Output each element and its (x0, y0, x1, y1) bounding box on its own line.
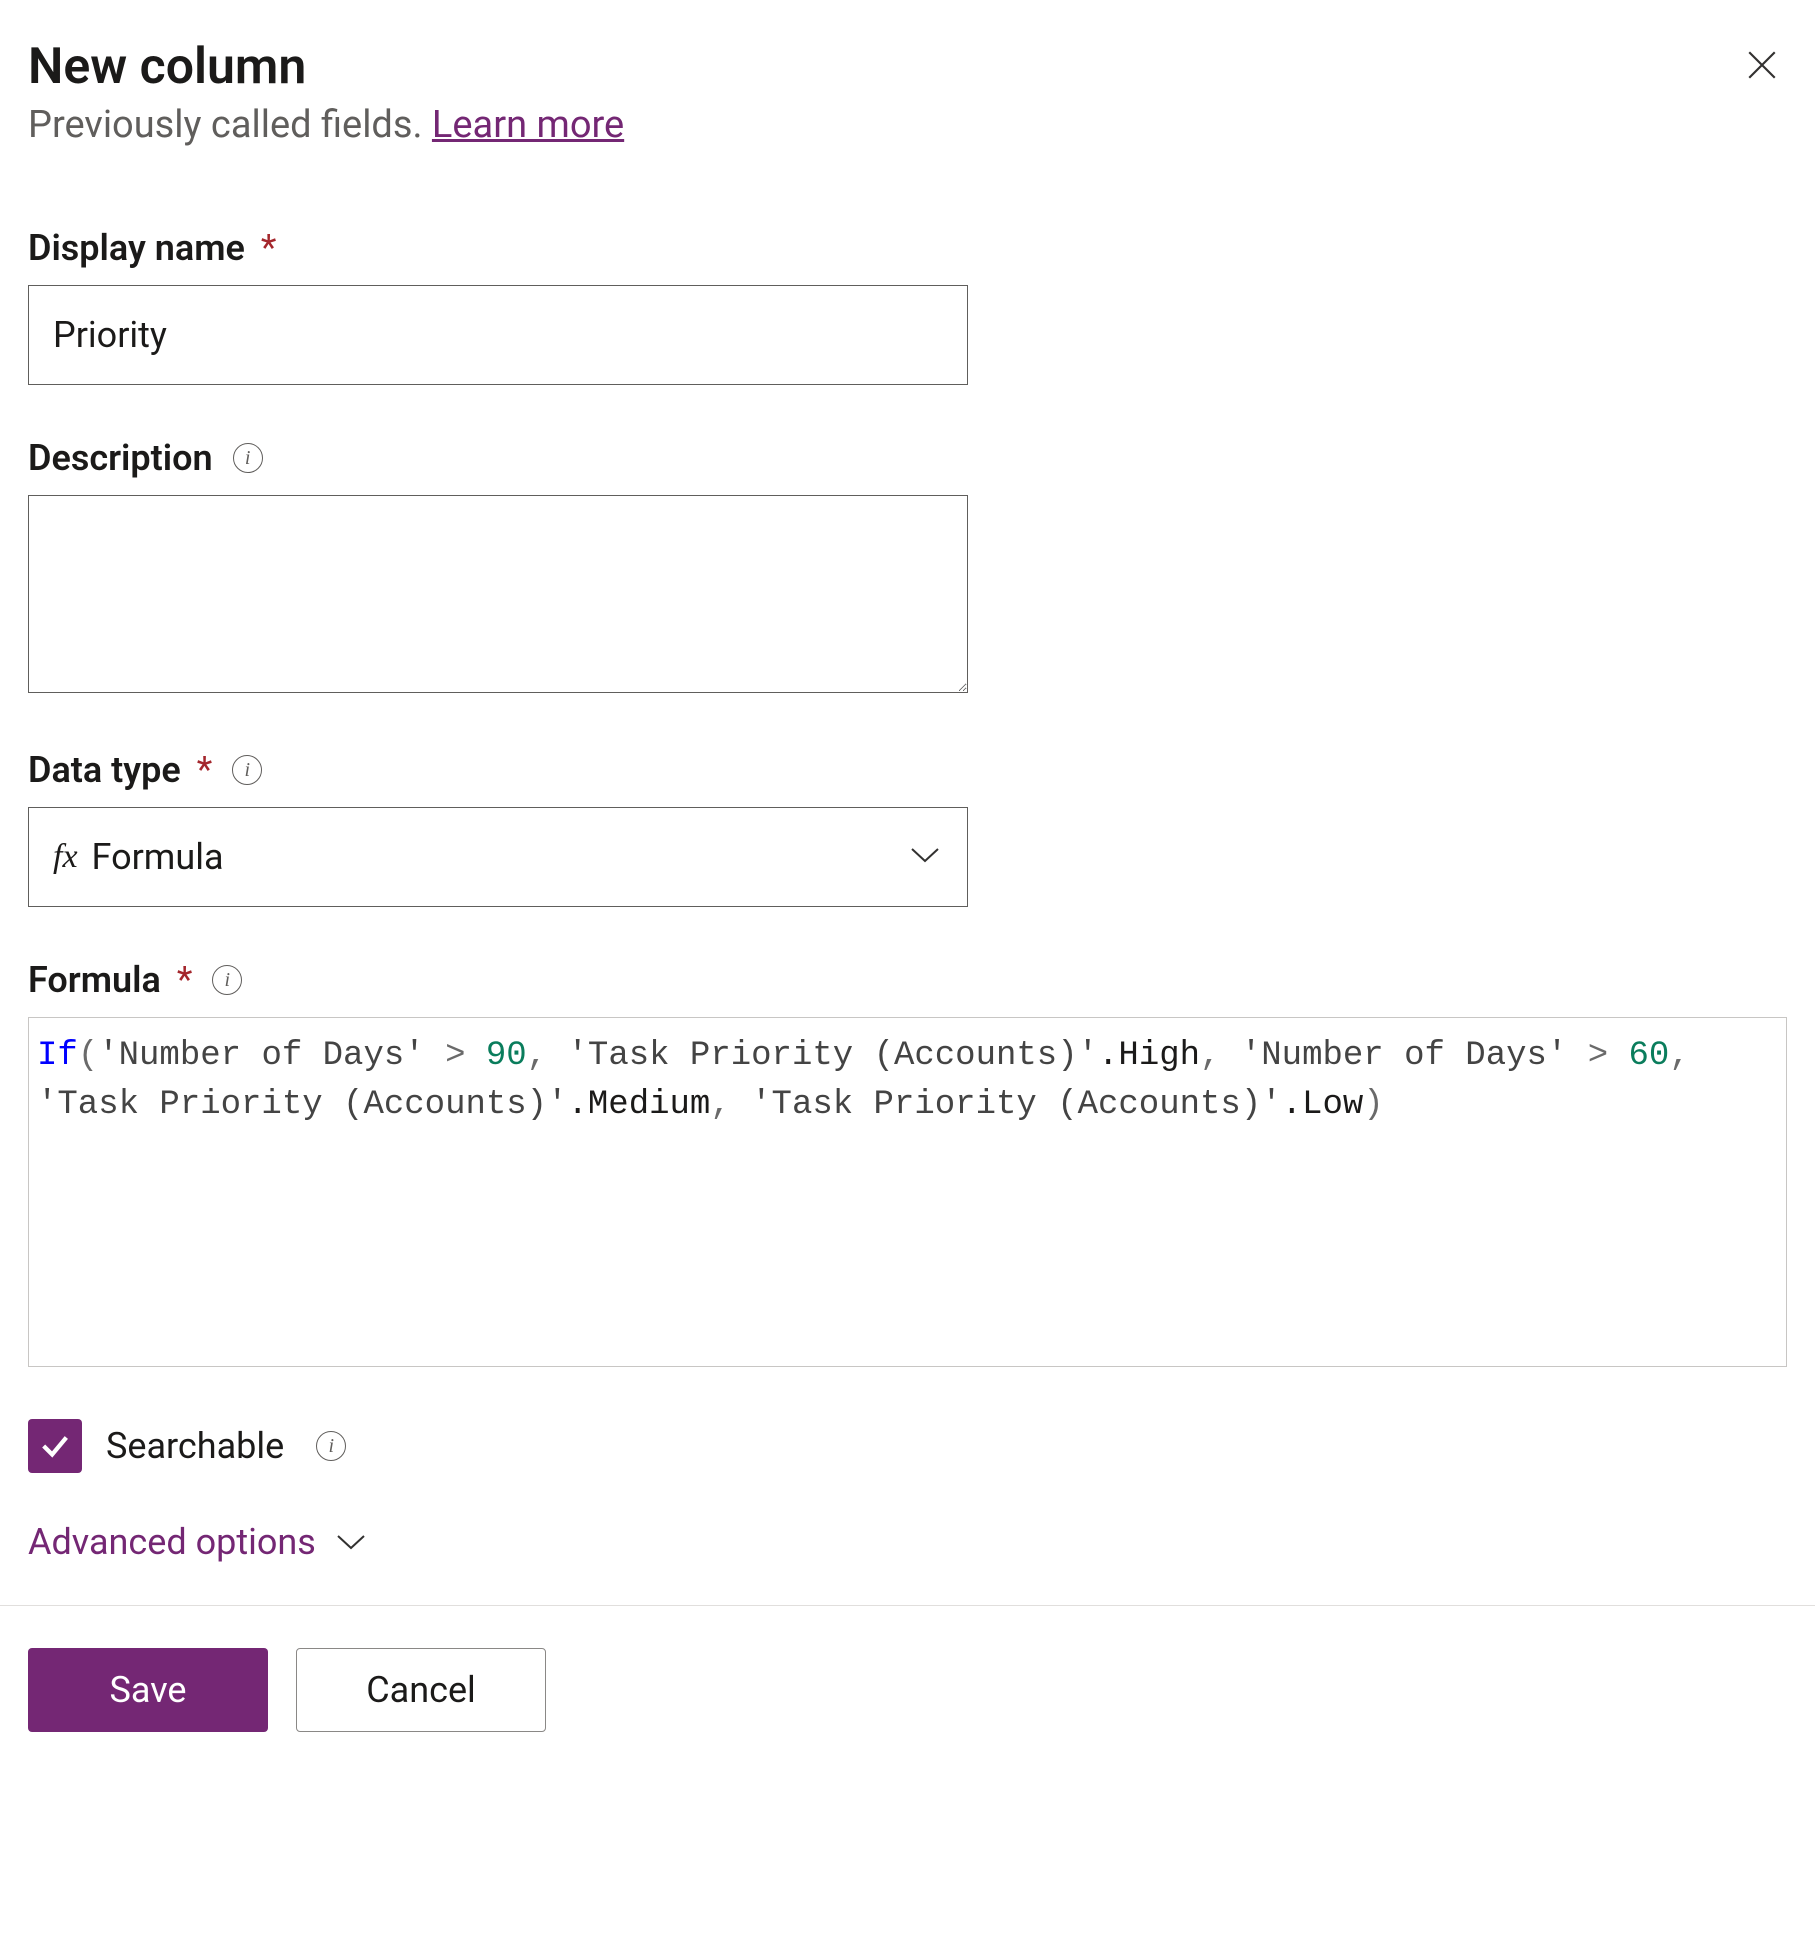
chevron-down-icon (336, 1533, 366, 1551)
required-indicator: * (261, 227, 277, 269)
display-name-label: Display name (28, 227, 245, 269)
close-button[interactable] (1737, 40, 1787, 90)
advanced-options-label: Advanced options (28, 1521, 316, 1563)
formula-label: Formula (28, 959, 161, 1001)
searchable-checkbox[interactable] (28, 1419, 82, 1473)
data-type-select[interactable]: fx Formula (28, 807, 968, 907)
searchable-label: Searchable (106, 1425, 284, 1467)
info-icon[interactable]: i (233, 443, 263, 473)
required-indicator: * (177, 959, 193, 1001)
info-icon[interactable]: i (232, 755, 262, 785)
data-type-value: Formula (92, 836, 224, 878)
formula-icon: fx (53, 838, 78, 876)
formula-editor[interactable]: If('Number of Days' > 90, 'Task Priority… (28, 1017, 1787, 1367)
required-indicator: * (197, 749, 213, 791)
description-label: Description (28, 437, 213, 479)
divider (0, 1605, 1815, 1606)
panel-title: New column (28, 40, 306, 95)
check-icon (38, 1429, 72, 1463)
panel-subtitle: Previously called fields. Learn more (28, 103, 1787, 147)
info-icon[interactable]: i (212, 965, 242, 995)
info-icon[interactable]: i (316, 1431, 346, 1461)
data-type-label: Data type (28, 749, 181, 791)
learn-more-link[interactable]: Learn more (432, 103, 624, 147)
advanced-options-toggle[interactable]: Advanced options (28, 1521, 1787, 1563)
description-input[interactable] (28, 495, 968, 693)
save-button[interactable]: Save (28, 1648, 268, 1732)
close-icon (1745, 48, 1779, 82)
display-name-input[interactable] (28, 285, 968, 385)
subtitle-prefix: Previously called fields. (28, 103, 432, 147)
cancel-button[interactable]: Cancel (296, 1648, 546, 1732)
